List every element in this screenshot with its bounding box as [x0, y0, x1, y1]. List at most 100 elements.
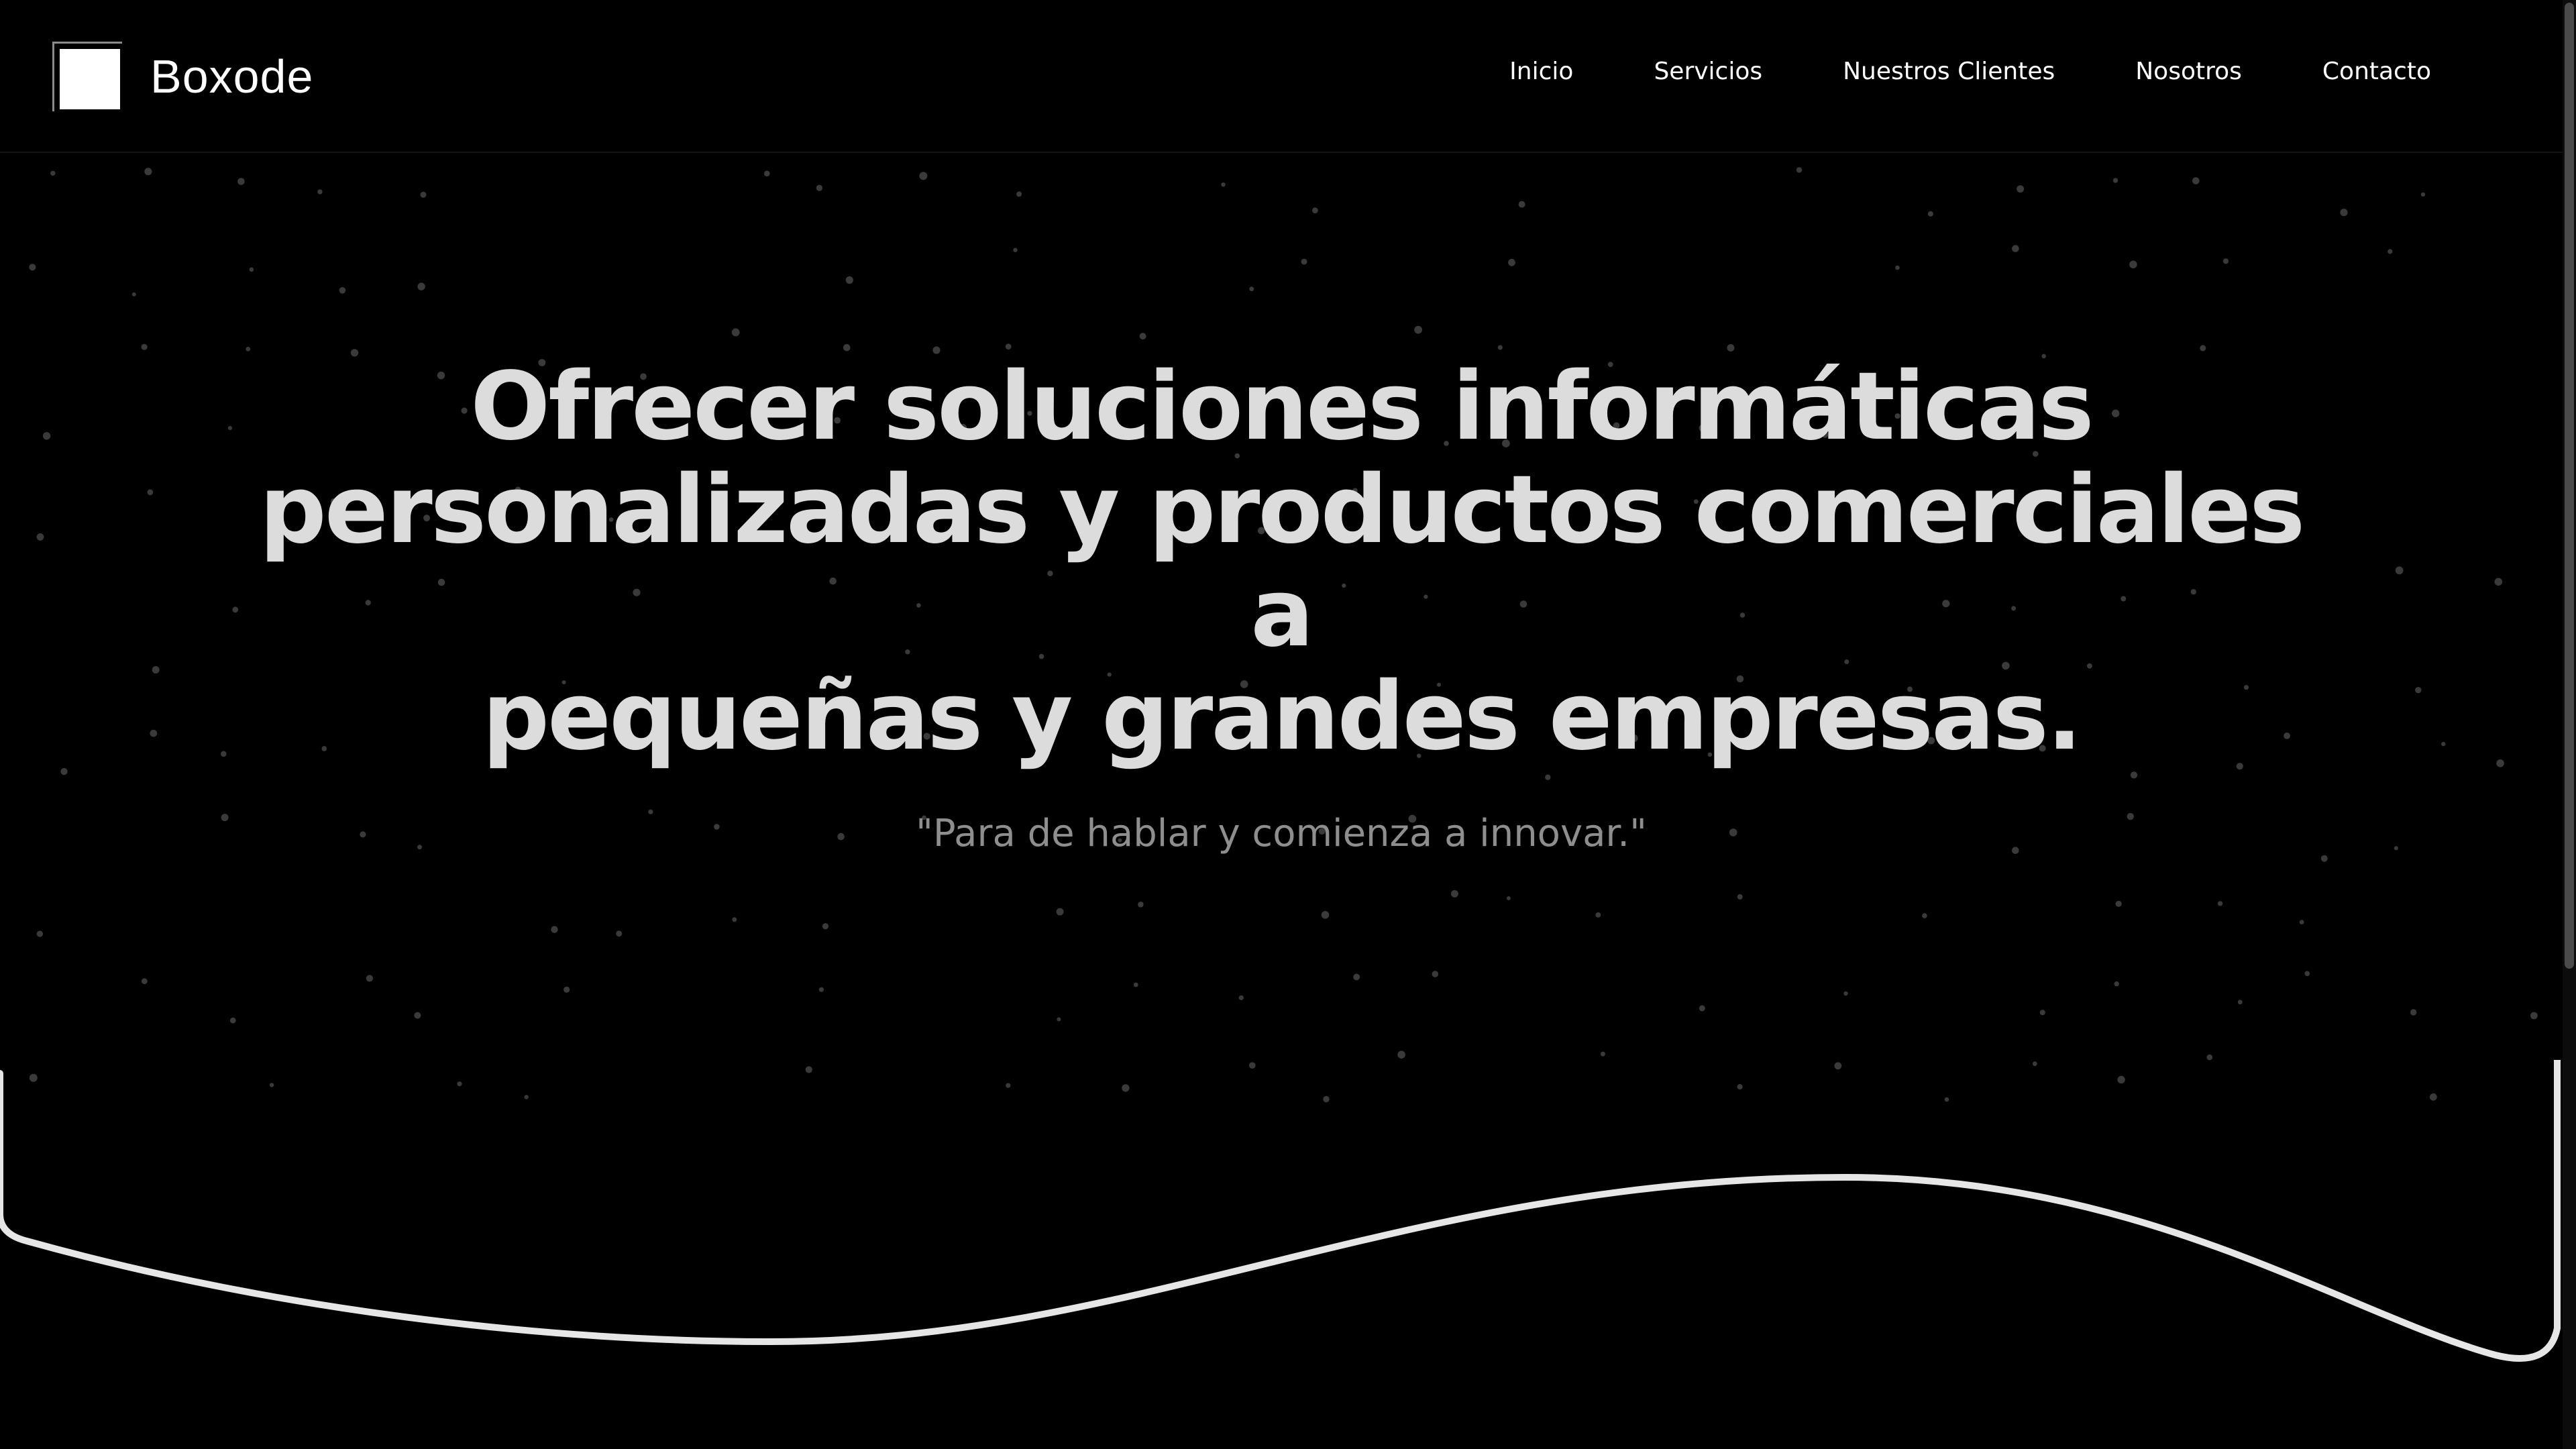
star-dot	[2114, 981, 2119, 987]
star-dot	[2395, 566, 2404, 575]
page: Boxode Inicio Servicios Nuestros Cliente…	[0, 0, 2576, 1449]
star-dot	[2494, 578, 2503, 586]
nav-item-servicios[interactable]: Servicios	[1654, 58, 1762, 85]
star-dot	[2415, 687, 2422, 694]
star-dot	[150, 729, 158, 737]
star-dot	[1138, 902, 1144, 908]
page-scrollbar[interactable]	[2563, 0, 2576, 1449]
star-dot	[845, 276, 853, 284]
wave-divider	[0, 1060, 2561, 1362]
star-dot	[1595, 912, 1601, 918]
scrollbar-thumb[interactable]	[2565, 3, 2574, 969]
nav-item-nuestros-clientes[interactable]: Nuestros Clientes	[1843, 58, 2055, 85]
star-dot	[1432, 971, 1439, 977]
star-dot	[1497, 345, 1503, 350]
star-dot	[2200, 345, 2206, 352]
star-dot	[339, 287, 346, 294]
star-dot	[2012, 245, 2019, 252]
star-dot	[1238, 995, 1244, 1000]
star-dot	[1301, 258, 1307, 265]
star-dot	[1506, 896, 1511, 900]
star-dot	[1057, 1017, 1061, 1022]
star-dot	[818, 987, 824, 992]
star-dot	[764, 170, 770, 176]
star-dot	[36, 930, 44, 937]
star-dot	[564, 986, 570, 993]
brand-name: Boxode	[150, 50, 314, 103]
star-dot	[2129, 260, 2137, 269]
star-dot	[2217, 901, 2223, 906]
star-dot	[232, 606, 239, 613]
white-square-logo-icon	[52, 42, 122, 111]
star-dot	[1133, 982, 1138, 987]
hero-title-line: Ofrecer soluciones informáticas	[470, 352, 2094, 462]
star-dot	[2340, 209, 2348, 217]
star-dot	[2530, 1012, 2538, 1020]
star-dot	[1895, 265, 1900, 270]
star-dot	[152, 666, 160, 674]
star-dot	[221, 751, 227, 757]
star-dot	[229, 1017, 236, 1024]
star-dot	[414, 1012, 421, 1019]
star-dot	[417, 282, 425, 290]
star-dot	[144, 168, 152, 176]
star-dot	[1013, 248, 1018, 252]
star-dot	[822, 923, 829, 930]
star-dot	[1005, 343, 1012, 350]
star-dot	[843, 343, 851, 352]
star-dot	[249, 267, 254, 272]
brand[interactable]: Boxode	[52, 39, 313, 114]
star-dot	[141, 978, 148, 985]
star-dot	[29, 264, 36, 271]
star-dot	[551, 926, 558, 933]
star-dot	[2130, 771, 2138, 779]
star-dot	[1796, 167, 1803, 173]
star-dot	[1508, 258, 1515, 266]
site-header: Boxode Inicio Servicios Nuestros Cliente…	[0, 0, 2563, 153]
star-dot	[60, 767, 68, 775]
wave-line	[0, 1060, 2561, 1362]
star-dot	[2441, 741, 2446, 747]
star-dot	[2496, 759, 2504, 767]
star-dot	[1922, 913, 1927, 918]
star-dot	[1249, 286, 1254, 292]
star-dot	[2017, 185, 2025, 193]
star-dot	[317, 189, 323, 195]
star-dot	[366, 975, 374, 982]
star-dot	[1221, 182, 1226, 187]
star-dot	[2237, 1000, 2243, 1005]
main-nav: Inicio Servicios Nuestros Clientes Nosot…	[1509, 58, 2431, 85]
star-dot	[2304, 971, 2310, 977]
hero-quote: "Para de hablar y comienza a innovar."	[916, 812, 1647, 855]
star-dot	[1450, 890, 1458, 898]
star-dot	[2112, 178, 2118, 183]
star-dot	[1737, 894, 1743, 900]
nav-item-nosotros[interactable]: Nosotros	[2135, 58, 2242, 85]
star-dot	[1321, 911, 1330, 919]
star-dot	[2192, 177, 2200, 184]
star-dot	[1056, 908, 1064, 916]
star-dot	[1727, 344, 1735, 352]
star-dot	[227, 426, 232, 431]
hero-title-line: pequeñas y grandes empresas.	[482, 662, 2082, 771]
star-dot	[42, 432, 51, 440]
star-dot	[732, 917, 737, 922]
logo-square	[60, 49, 120, 109]
star-dot	[816, 184, 823, 191]
star-dot	[1353, 973, 1360, 981]
star-dot	[420, 191, 427, 198]
star-dot	[1139, 333, 1146, 340]
nav-item-contacto[interactable]: Contacto	[2322, 58, 2431, 85]
star-dot	[2039, 1010, 2045, 1016]
nav-item-inicio[interactable]: Inicio	[1509, 58, 1573, 85]
star-dot	[2420, 192, 2426, 197]
star-dot	[2320, 855, 2328, 862]
star-dot	[2387, 249, 2393, 254]
star-dot	[1312, 207, 1318, 214]
star-dot	[141, 343, 148, 350]
star-dot	[36, 533, 44, 541]
star-dot	[2299, 920, 2304, 924]
star-dot	[731, 328, 740, 337]
star-dot	[1016, 191, 1022, 197]
star-dot	[50, 170, 56, 176]
